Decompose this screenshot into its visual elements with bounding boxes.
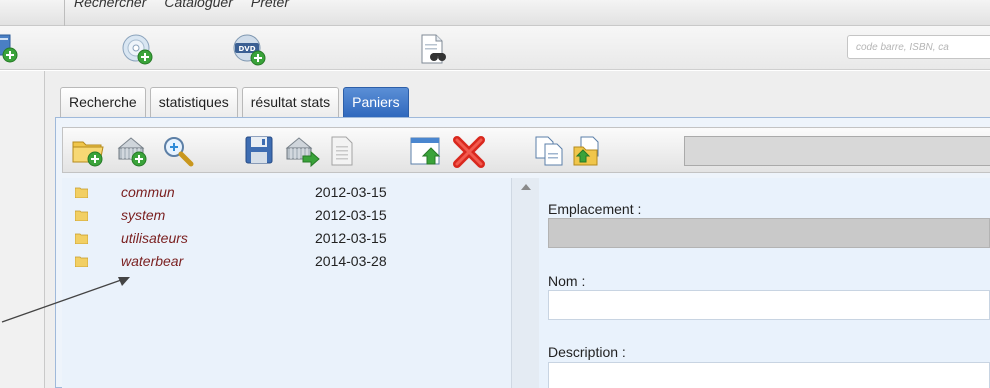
tree-scrollbar[interactable] — [511, 178, 539, 388]
window-export-icon[interactable] — [409, 134, 445, 173]
basket-date: 2012-03-15 — [315, 184, 387, 200]
list-item[interactable]: waterbear 2014-03-28 — [62, 253, 511, 270]
description-input[interactable] — [548, 362, 990, 388]
delete-icon[interactable] — [451, 134, 487, 173]
menu-bar: Rechercher Cataloguer Prêter — [0, 0, 990, 26]
menu-item-preter[interactable]: Prêter — [251, 0, 289, 10]
list-item[interactable]: utilisateurs 2012-03-15 — [62, 230, 511, 247]
search-document-icon[interactable] — [418, 33, 450, 72]
scroll-up-arrow-icon[interactable] — [521, 184, 531, 190]
basket-date: 2012-03-15 — [315, 207, 387, 223]
list-item[interactable]: system 2012-03-15 — [62, 207, 511, 224]
basket-toolbar — [62, 127, 990, 173]
basket-name: commun — [121, 184, 175, 200]
add-dvd-icon[interactable]: DVD — [230, 33, 270, 72]
menu-items: Rechercher Cataloguer Prêter — [74, 0, 289, 10]
emplacement-field — [548, 218, 990, 248]
emplacement-label: Emplacement : — [548, 201, 642, 217]
add-cd-icon[interactable] — [120, 33, 156, 72]
copy-icon[interactable] — [533, 134, 567, 173]
basket-name: waterbear — [121, 253, 184, 269]
folder-icon — [75, 256, 88, 267]
paste-icon[interactable] — [571, 134, 605, 173]
basket-form: Emplacement : Nom : Description : — [539, 178, 990, 388]
tab-bar: Recherche statistiques résultat stats Pa… — [60, 87, 409, 117]
tab-resultat-stats[interactable]: résultat stats — [241, 87, 340, 117]
tab-statistiques[interactable]: statistiques — [149, 87, 238, 117]
app-window: Rechercher Cataloguer Prêter DVD code ba… — [0, 0, 990, 388]
menu-item-rechercher[interactable]: Rechercher — [74, 0, 146, 10]
tab-paniers[interactable]: Paniers — [343, 87, 409, 117]
list-item[interactable]: commun 2012-03-15 — [62, 184, 511, 201]
folder-icon — [75, 233, 88, 244]
folder-icon — [75, 210, 88, 221]
menu-item-cataloguer[interactable]: Cataloguer — [164, 0, 233, 10]
basket-tree: commun 2012-03-15 system 2012-03-15 util… — [62, 178, 511, 388]
barcode-search-input[interactable] — [847, 35, 990, 59]
document-icon[interactable] — [327, 134, 357, 173]
new-folder-icon[interactable] — [71, 134, 107, 173]
zoom-icon[interactable] — [161, 134, 195, 173]
basket-name: utilisateurs — [121, 230, 188, 246]
save-icon[interactable] — [243, 134, 275, 171]
left-margin — [0, 71, 44, 388]
nom-label: Nom : — [548, 273, 586, 289]
svg-text:DVD: DVD — [238, 45, 255, 53]
main-toolbar: DVD — [0, 26, 990, 70]
basket-date: 2014-03-28 — [315, 253, 387, 269]
new-basket-icon[interactable] — [115, 134, 151, 173]
nom-input[interactable] — [548, 290, 990, 320]
description-label: Description : — [548, 344, 626, 360]
move-basket-icon[interactable] — [283, 134, 321, 173]
basket-name: system — [121, 207, 166, 223]
add-record-icon[interactable] — [0, 33, 20, 70]
basket-path-field — [684, 136, 990, 166]
folder-icon — [75, 187, 88, 198]
menu-divider — [64, 0, 65, 26]
basket-date: 2012-03-15 — [315, 230, 387, 246]
tab-recherche[interactable]: Recherche — [60, 87, 146, 117]
